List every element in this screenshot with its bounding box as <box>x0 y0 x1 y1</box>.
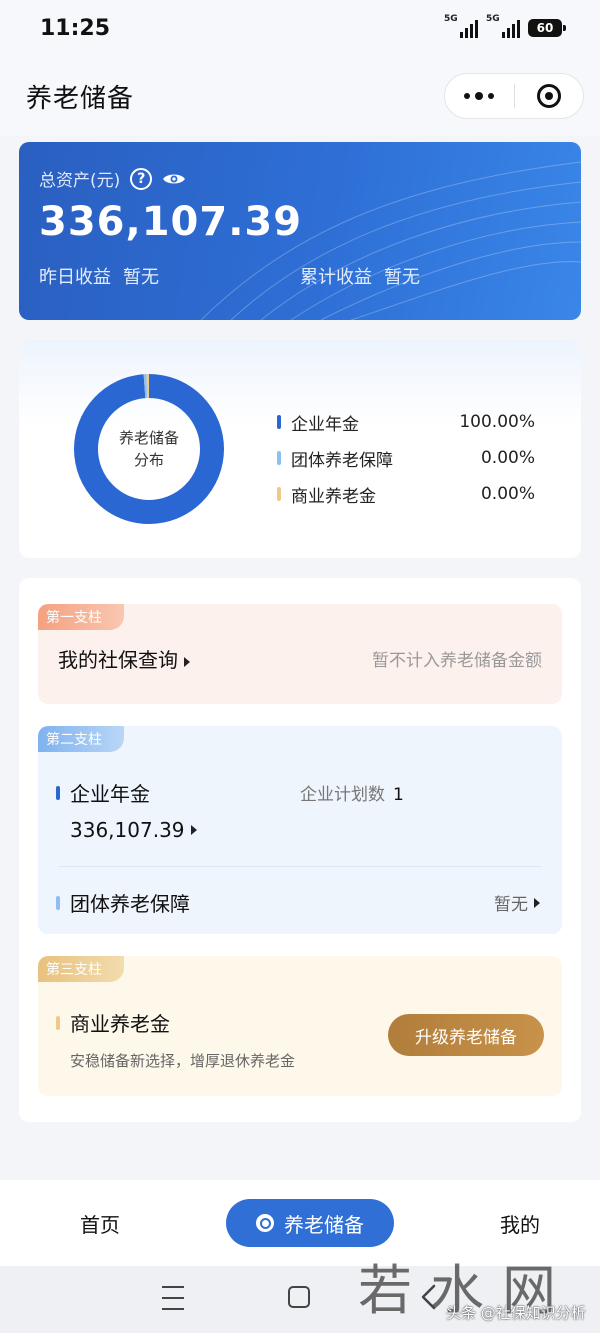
divider <box>58 866 542 867</box>
cumulative-earnings-label: 累计收益 <box>300 267 372 288</box>
signal-icon: 5G <box>486 14 520 38</box>
enterprise-annuity-heading: 企业年金 <box>56 778 150 807</box>
app-header: 养老储备 <box>0 56 600 136</box>
enterprise-annuity-value: 336,107.39 <box>70 818 185 842</box>
signal-label: 5G <box>444 14 458 24</box>
donut-center-line2: 分布 <box>133 451 164 469</box>
help-icon[interactable]: ? <box>130 167 153 190</box>
caret-right-icon <box>534 897 540 908</box>
legend-item-commercial-pension: 商业养老金 0.00% <box>277 476 535 512</box>
status-time: 11:25 <box>40 15 111 41</box>
indicator-bar <box>56 1015 60 1030</box>
distribution-legend: 企业年金 100.00% 团体养老保障 0.00% 商业养老金 0.00% <box>277 404 535 512</box>
donut-center-line1: 养老储备 <box>118 429 179 447</box>
social-security-query-label: 我的社保查询 <box>58 648 178 672</box>
signal-label: 5G <box>486 14 500 24</box>
group-pension-value: 暂无 <box>494 895 528 915</box>
battery-icon: 60 <box>528 19 566 37</box>
commercial-pension-heading: 商业养老金 <box>56 1008 170 1037</box>
legend-percent: 0.00% <box>480 448 535 468</box>
group-pension-heading: 团体养老保障 <box>56 888 190 917</box>
cumulative-earnings: 累计收益 暂无 <box>300 263 561 289</box>
yesterday-earnings-value: 暂无 <box>123 267 159 288</box>
legend-name: 商业养老金 <box>291 486 376 507</box>
first-pillar-card[interactable]: 第一支柱 我的社保查询 暂不计入养老储备金额 <box>38 604 562 704</box>
pillars-card: 第一支柱 我的社保查询 暂不计入养老储备金额 第二支柱 企业年金 企业计划数 1 … <box>19 578 581 1122</box>
tab-mine[interactable]: 我的 <box>500 1209 540 1238</box>
indicator-bar <box>56 785 60 800</box>
first-pillar-tag: 第一支柱 <box>38 604 124 630</box>
legend-name: 团体养老保障 <box>291 450 393 471</box>
reserve-tab-icon <box>256 1214 274 1232</box>
indicator-bar <box>56 895 60 910</box>
enterprise-annuity-value-link[interactable]: 336,107.39 <box>70 818 197 842</box>
more-dots-icon <box>464 92 495 100</box>
legend-item-group-pension: 团体养老保障 0.00% <box>277 440 535 476</box>
social-security-row: 我的社保查询 暂不计入养老储备金额 <box>58 644 542 673</box>
tab-pension-reserve-label: 养老储备 <box>284 1212 364 1237</box>
donut-center-label: 养老储备 分布 <box>73 373 225 525</box>
legend-color-bar <box>277 451 281 465</box>
legend-name: 企业年金 <box>291 414 359 435</box>
home-button[interactable] <box>288 1286 310 1308</box>
legend-item-enterprise-annuity: 企业年金 100.00% <box>277 404 535 440</box>
status-bar: 11:25 5G 5G 60 <box>0 0 600 56</box>
total-asset-value: 336,107.39 <box>39 199 303 245</box>
yesterday-earnings-label: 昨日收益 <box>39 267 111 288</box>
social-security-hint: 暂不计入养老储备金额 <box>372 651 542 671</box>
distribution-card: 养老储备 分布 企业年金 100.00% 团体养老保障 0.00% 商业养老金 … <box>19 340 581 558</box>
group-pension-value-link[interactable]: 暂无 <box>494 890 540 915</box>
second-pillar-card: 第二支柱 企业年金 企业计划数 1 336,107.39 团体养老保障 暂无 <box>38 726 562 934</box>
target-icon <box>536 84 561 108</box>
watermark-caption: 头条 @社保知识分析 <box>446 1304 586 1322</box>
total-asset-card: 总资产(元) ? 336,107.39 昨日收益 暂无 累计收益 暂无 <box>19 142 581 320</box>
tab-home[interactable]: 首页 <box>80 1209 120 1238</box>
legend-percent: 100.00% <box>459 412 535 432</box>
more-button[interactable] <box>445 74 514 118</box>
legend-color-bar <box>277 415 281 429</box>
third-pillar-tag: 第三支柱 <box>38 956 124 982</box>
commercial-pension-label: 商业养老金 <box>70 1012 170 1036</box>
legend-color-bar <box>277 487 281 501</box>
caret-right-icon <box>190 825 197 835</box>
tab-pension-reserve[interactable]: 养老储备 <box>226 1199 394 1247</box>
status-icons: 5G 5G 60 <box>444 14 566 38</box>
social-security-query-link[interactable]: 我的社保查询 <box>58 644 190 673</box>
enterprise-annuity-label: 企业年金 <box>70 782 150 806</box>
asset-label-row: 总资产(元) ? <box>39 166 561 191</box>
yesterday-earnings: 昨日收益 暂无 <box>39 263 300 289</box>
page-title: 养老储备 <box>26 83 135 114</box>
plan-count-value: 1 <box>393 785 404 805</box>
enterprise-plan-count: 企业计划数 1 <box>300 780 404 805</box>
eye-icon[interactable] <box>162 171 186 187</box>
cumulative-earnings-value: 暂无 <box>384 267 420 288</box>
second-pillar-tag: 第二支柱 <box>38 726 124 752</box>
third-pillar-card: 第三支柱 商业养老金 安稳储备新选择，增厚退休养老金 升级养老储备 <box>38 956 562 1096</box>
recent-apps-button[interactable] <box>160 1286 186 1310</box>
close-mini-program-button[interactable] <box>515 74 584 118</box>
caret-right-icon <box>184 656 190 667</box>
mini-program-capsule <box>444 73 584 119</box>
plan-count-label: 企业计划数 <box>300 785 385 805</box>
commercial-pension-description: 安稳储备新选择，增厚退休养老金 <box>70 1052 296 1070</box>
legend-percent: 0.00% <box>480 484 535 504</box>
upgrade-reserve-button[interactable]: 升级养老储备 <box>388 1014 544 1056</box>
earnings-row: 昨日收益 暂无 累计收益 暂无 <box>39 263 561 289</box>
group-pension-label: 团体养老保障 <box>70 892 190 916</box>
asset-label: 总资产(元) <box>39 171 121 191</box>
signal-icon: 5G <box>444 14 478 38</box>
